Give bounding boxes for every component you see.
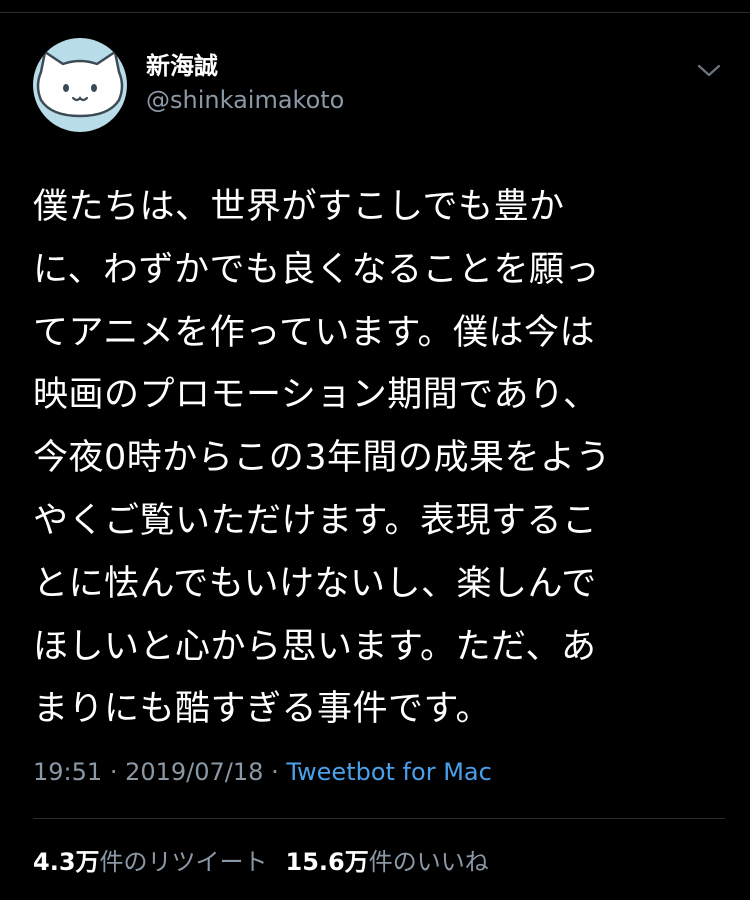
tweet-line: ほしいと心から思います。ただ、あ (33, 626, 597, 667)
tweet-line: 僕たちは、世界がすこしでも豊か (33, 187, 565, 227)
tweet-line: てアニメを作っています。僕は今は (33, 312, 596, 353)
tweet-line: やくご覧いただけます。表現するこ (33, 500, 598, 541)
retweet-label[interactable]: 件のリツイート (100, 848, 268, 876)
display-name[interactable]: 新海誠 (146, 52, 218, 80)
tweet-line: まりにも酷すぎる事件です。 (33, 689, 492, 730)
like-count[interactable]: 15.6万 (286, 848, 369, 876)
top-divider (0, 12, 750, 13)
tweet-meta: 19:51 · 2019/07/18 · Tweetbot for Mac (33, 757, 492, 787)
tweet-line: に、わずかでも良くなることを願っ (33, 249, 600, 290)
tweet-line: 映画のプロモーション期間であり、 (33, 375, 599, 416)
avatar[interactable] (33, 38, 127, 132)
tweet-stats: 4.3万件のリツイート 15.6万件のいいね (33, 847, 489, 877)
chevron-down-icon[interactable] (694, 58, 724, 82)
tweet-text: 僕たちは、世界がすこしでも豊か に、わずかでも良くなることを願っ てアニメを作っ… (33, 176, 723, 741)
tweet-line: とに怯んでもいけないし、楽しんで (33, 563, 597, 604)
retweet-count[interactable]: 4.3万 (33, 848, 100, 876)
cat-face-icon (33, 38, 127, 132)
tweet-time: 19:51 (33, 758, 103, 786)
user-handle[interactable]: @shinkaimakoto (146, 86, 344, 114)
meta-separator: · (271, 758, 279, 786)
meta-separator: · (109, 758, 118, 786)
tweet-date: 2019/07/18 (125, 758, 264, 786)
divider (33, 818, 725, 819)
tweet-client-link[interactable]: Tweetbot for Mac (286, 758, 491, 786)
tweet-line: 今夜0時からこの3年間の成果をよう (33, 438, 612, 479)
like-label[interactable]: 件のいいね (369, 848, 489, 876)
